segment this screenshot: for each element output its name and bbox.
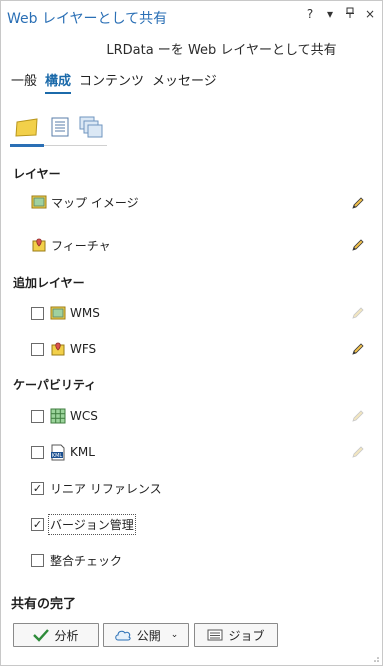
wfs-checkbox[interactable]	[31, 342, 44, 356]
layer-map-image: マップ イメージ	[31, 192, 139, 212]
wms-label: WMS	[70, 306, 100, 320]
layer-label: フィーチャ	[51, 238, 111, 253]
additional-layers-heading: 追加レイヤー	[13, 276, 85, 290]
properties-subtab[interactable]	[46, 113, 74, 141]
publish-label: 公開	[136, 628, 161, 643]
cloud-icon	[114, 629, 132, 641]
tab-configuration[interactable]: 構成	[45, 70, 72, 94]
edit-pencil-icon[interactable]	[350, 195, 366, 211]
capabilities-heading: ケーパビリティ	[13, 378, 97, 392]
finish-sharing-heading: 共有の完了	[11, 597, 77, 612]
wfs-label: WFS	[70, 342, 97, 356]
pane-title: Web レイヤーとして共有	[7, 11, 168, 27]
map-image-icon	[50, 306, 66, 320]
resize-grip-icon[interactable]	[372, 655, 380, 663]
config-subtabs	[10, 111, 107, 147]
linear-referencing-label: リニア リファレンス	[50, 481, 162, 496]
versioning-checkbox[interactable]: ✓	[31, 517, 44, 531]
feature-icon	[32, 238, 46, 252]
layers-subtab[interactable]	[10, 113, 44, 147]
edit-pencil-icon[interactable]	[350, 237, 366, 253]
capability-kml: KML KML	[31, 442, 95, 462]
tab-general[interactable]: 一般	[11, 70, 37, 94]
pane-titlebar: Web レイヤーとして共有 ? ▾ ×	[1, 1, 382, 33]
wms-checkbox[interactable]	[31, 306, 44, 320]
layer-label: マップ イメージ	[51, 195, 139, 210]
wcs-label: WCS	[70, 409, 98, 423]
jobs-button[interactable]: ジョブ	[194, 623, 278, 647]
share-web-layer-pane: Web レイヤーとして共有 ? ▾ × LRData ーを Web レイヤーとし…	[0, 0, 383, 666]
versioning-label: バージョン管理	[48, 513, 136, 535]
close-icon[interactable]: ×	[364, 7, 376, 22]
help-icon[interactable]: ?	[304, 7, 316, 22]
share-subtitle: LRData ーを Web レイヤーとして共有	[106, 43, 337, 58]
capability-versioning: ✓ バージョン管理	[31, 513, 136, 535]
edit-pencil-icon[interactable]	[350, 341, 366, 357]
capability-wcs: WCS	[31, 406, 98, 426]
menu-dropdown-icon[interactable]: ▾	[324, 7, 336, 22]
validation-checkbox[interactable]	[31, 553, 44, 567]
svg-text:KML: KML	[52, 453, 63, 459]
edit-pencil-icon	[352, 446, 364, 458]
jobs-label: ジョブ	[228, 628, 265, 643]
capability-validation: 整合チェック	[31, 550, 122, 570]
wcs-checkbox[interactable]	[31, 409, 44, 423]
raster-grid-icon	[50, 408, 66, 424]
edit-pencil-icon	[352, 410, 364, 422]
main-tabs: 一般 構成 コンテンツ メッセージ	[11, 70, 225, 94]
edit-pencil-icon	[352, 307, 364, 319]
layer-feature: フィーチャ	[31, 235, 111, 255]
chevron-down-icon[interactable]: ⌄	[171, 630, 179, 640]
analyze-label: 分析	[54, 628, 79, 643]
layers-section-heading: レイヤー	[13, 167, 61, 181]
pin-icon[interactable]	[344, 7, 356, 22]
kml-file-icon: KML	[51, 444, 65, 460]
capability-linear-referencing: ✓ リニア リファレンス	[31, 478, 162, 498]
pages-icon	[79, 116, 103, 138]
kml-checkbox[interactable]	[31, 445, 44, 459]
checkmark-icon	[33, 628, 50, 642]
jobs-list-icon	[207, 629, 223, 641]
map-image-icon	[31, 195, 47, 209]
pages-subtab[interactable]	[77, 113, 105, 141]
properties-icon	[51, 117, 69, 137]
kml-label: KML	[70, 445, 95, 459]
linear-referencing-checkbox[interactable]: ✓	[31, 481, 44, 495]
validation-label: 整合チェック	[50, 553, 123, 568]
publish-button[interactable]: 公開 ⌄	[103, 623, 189, 647]
feature-icon	[51, 342, 65, 356]
tab-messages[interactable]: メッセージ	[152, 70, 217, 94]
tab-content[interactable]: コンテンツ	[79, 70, 144, 94]
layers-icon	[15, 118, 38, 137]
additional-layer-wfs: WFS	[31, 339, 96, 359]
analyze-button[interactable]: 分析	[13, 623, 99, 647]
additional-layer-wms: WMS	[31, 303, 100, 323]
window-controls: ? ▾ ×	[304, 7, 376, 22]
